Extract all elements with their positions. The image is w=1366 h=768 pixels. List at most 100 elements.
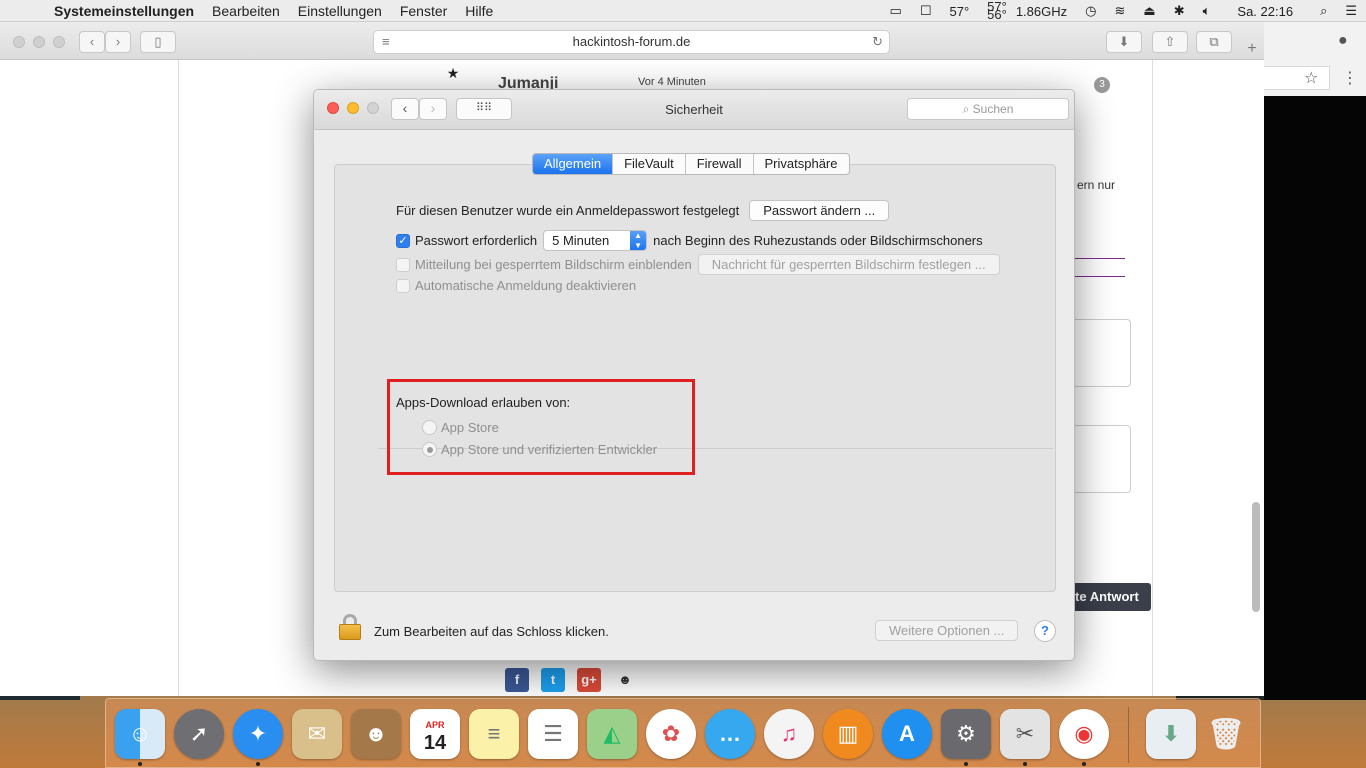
reddit-icon[interactable]: ☻: [613, 668, 637, 692]
twitter-icon[interactable]: t: [541, 668, 565, 692]
screenshot-tool-icon[interactable]: ✂: [1000, 709, 1050, 759]
running-indicator: [138, 762, 142, 766]
safari-address-bar[interactable]: ≡ 🔒︎hackintosh-forum.de ↻: [373, 30, 890, 572]
safari-toolbar: ‹ › ▯ ≡ 🔒︎hackintosh-forum.de ↻ ⬇ ⇧ ⧉: [0, 22, 1264, 572]
safari-sidebar-icon[interactable]: ▯: [140, 31, 176, 53]
padlock-icon[interactable]: [339, 614, 361, 640]
trash-icon[interactable]: 🗑︎: [1201, 709, 1251, 759]
chrome-menu-icon[interactable]: ⋮: [1342, 68, 1358, 88]
calendar-icon[interactable]: APR 14: [410, 709, 460, 759]
more-options-row: Weitere Optionen ...: [875, 620, 1019, 641]
volume-icon[interactable]: 🔈︎: [1203, 3, 1211, 19]
lock-message-button[interactable]: Nachricht für gesperrten Bildschirm fest…: [697, 254, 1000, 275]
help-button[interactable]: ?: [1034, 620, 1056, 642]
notification-center-icon[interactable]: ☰: [1345, 3, 1357, 19]
reply-count-badge: 3: [1094, 77, 1110, 93]
radio-app-store-dev-label: App Store und verifizierten Entwickler: [441, 442, 658, 457]
apps-download-heading-row: Apps-Download erlauben von:: [396, 395, 570, 410]
reload-icon[interactable]: ↻: [872, 31, 883, 53]
chrome-window-body: [1264, 96, 1366, 700]
require-password-row: ✓ Passwort erforderlich 5 Minuten ▲ ▼ nac…: [396, 230, 983, 251]
user-profile-icon[interactable]: ●: [1338, 32, 1348, 50]
chrome-icon[interactable]: ◉: [1059, 709, 1109, 759]
reminders-icon[interactable]: ☰: [528, 709, 578, 759]
ibooks-icon[interactable]: ▥: [823, 709, 873, 759]
safari-back-icon[interactable]: ‹: [79, 31, 105, 53]
time-machine-icon[interactable]: ◷: [1085, 3, 1096, 19]
auto-login-label: Automatische Anmeldung deaktivieren: [415, 278, 637, 293]
change-password-button[interactable]: Passwort ändern ...: [749, 200, 890, 221]
contacts-icon[interactable]: ☻: [351, 709, 401, 759]
safari-zoom-button[interactable]: [53, 36, 65, 48]
cpu-frequency[interactable]: 1.86GHz: [1016, 4, 1067, 19]
radio-app-store-dev[interactable]: [422, 442, 437, 457]
system-preferences-icon[interactable]: ⚙: [941, 709, 991, 759]
menu-fenster[interactable]: Fenster: [400, 3, 447, 19]
downloads-stack-icon[interactable]: ⬇: [1146, 709, 1196, 759]
radio-app-store-dev-row: App Store und verifizierten Entwickler: [422, 442, 657, 457]
spotlight-search-icon[interactable]: ⌕: [1320, 3, 1327, 19]
radio-app-store-row: App Store: [422, 420, 499, 435]
itunes-icon[interactable]: ♫: [764, 709, 814, 759]
web-scrollbar[interactable]: [1252, 502, 1260, 612]
password-row: Für diesen Benutzer wurde ein Anmeldepas…: [396, 200, 890, 221]
bluetooth-icon[interactable]: ✱: [1174, 3, 1185, 19]
web-text-box[interactable]: [1075, 425, 1131, 493]
tab-privatsphaere[interactable]: Privatsphäre: [754, 154, 849, 174]
require-password-label: Passwort erforderlich: [415, 233, 538, 248]
new-tab-icon[interactable]: +: [1240, 40, 1264, 60]
tab-allgemein[interactable]: Allgemein: [533, 154, 614, 174]
require-password-select[interactable]: 5 Minuten ▲ ▼: [543, 230, 648, 251]
wifi-icon[interactable]: ≋: [1114, 3, 1125, 19]
finder-icon[interactable]: ☺: [115, 709, 165, 759]
reply-button[interactable]: te Antwort: [1075, 583, 1151, 611]
maps-icon[interactable]: ◭: [587, 709, 637, 759]
facebook-icon[interactable]: f: [505, 668, 529, 692]
web-divider: [1075, 276, 1125, 277]
temperature-sensors[interactable]: 57° 56°: [987, 0, 1007, 22]
require-password-checkbox[interactable]: ✓: [396, 233, 410, 248]
menu-app-name[interactable]: Systemeinstellungen: [54, 3, 194, 19]
mail-sparrow-icon[interactable]: ✉: [292, 709, 342, 759]
prefs-search-input[interactable]: ⌕ Suchen: [907, 98, 1069, 120]
dock: ☺ ➚ ✦ ✉ ☻ APR 14 ≡ ☰ ◭ ✿ … ♫ ▥ A ⚙ ✂ ◉ ⬇…: [105, 698, 1261, 768]
messages-icon[interactable]: …: [705, 709, 755, 759]
safari-close-button[interactable]: [13, 36, 25, 48]
radio-app-store-label: App Store: [441, 420, 499, 435]
safari-forward-icon[interactable]: ›: [105, 31, 131, 53]
bookmark-star-icon[interactable]: ★: [440, 62, 466, 88]
menu-bearbeiten[interactable]: Bearbeiten: [212, 3, 280, 19]
reader-icon[interactable]: ≡: [382, 31, 390, 53]
prefs-titlebar: ‹ › ⠿⠿ Sicherheit ⌕ Suchen: [314, 90, 1074, 130]
share-icon[interactable]: ⇧: [1152, 31, 1188, 53]
eject-icon[interactable]: ⏏: [1143, 3, 1155, 19]
menu-einstellungen[interactable]: Einstellungen: [298, 3, 382, 19]
more-options-button[interactable]: Weitere Optionen ...: [875, 620, 1019, 641]
temperature-b: 56°: [987, 7, 1007, 22]
menubar-status-area: ▭ ☐ 57° 57° 56° 1.86GHz ◷ ≋ ⏏ ✱ 🔈︎ Sa. 2…: [881, 0, 1366, 22]
safari-icon[interactable]: ✦: [233, 709, 283, 759]
url-text: hackintosh-forum.de: [572, 34, 691, 49]
window-icon[interactable]: ☐: [920, 3, 932, 19]
downloads-icon[interactable]: ⬇: [1106, 31, 1142, 53]
google-plus-icon[interactable]: g+: [577, 668, 601, 692]
chrome-bookmark-star-icon[interactable]: ☆: [1304, 68, 1318, 88]
menu-hilfe[interactable]: Hilfe: [465, 3, 493, 19]
web-text-box[interactable]: [1075, 319, 1131, 387]
lock-message-checkbox[interactable]: [396, 257, 410, 272]
radio-app-store[interactable]: [422, 420, 437, 435]
running-indicator: [256, 762, 260, 766]
launchpad-icon[interactable]: ➚: [174, 709, 224, 759]
temperature-main[interactable]: 57°: [949, 4, 969, 19]
notes-icon[interactable]: ≡: [469, 709, 519, 759]
chrome-omnibox[interactable]: [1264, 66, 1330, 90]
app-store-icon[interactable]: A: [882, 709, 932, 759]
clock[interactable]: Sa. 22:16: [1237, 4, 1293, 19]
display-icon[interactable]: ▭: [890, 3, 902, 19]
safari-minimize-button[interactable]: [33, 36, 45, 48]
tabs-overview-icon[interactable]: ⧉: [1196, 31, 1232, 53]
tab-firewall[interactable]: Firewall: [686, 154, 754, 174]
tab-filevault[interactable]: FileVault: [613, 154, 686, 174]
photos-icon[interactable]: ✿: [646, 709, 696, 759]
auto-login-checkbox[interactable]: [396, 278, 410, 293]
